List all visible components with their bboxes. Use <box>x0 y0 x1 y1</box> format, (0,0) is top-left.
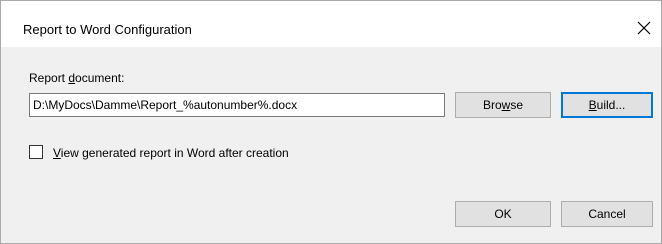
report-path-input[interactable]: D:\MyDocs\Damme\Report_%autonumber%.docx <box>29 93 445 117</box>
build-button[interactable]: Build... <box>561 92 653 118</box>
ok-button[interactable]: OK <box>455 201 551 227</box>
view-report-checkbox[interactable] <box>29 145 43 159</box>
view-report-checkbox-label[interactable]: View generated report in Word after crea… <box>53 146 289 160</box>
report-config-dialog: Report to Word Configuration Report docu… <box>0 0 662 244</box>
browse-button[interactable]: Bro w se <box>455 92 551 118</box>
cancel-button[interactable]: Cancel <box>561 201 653 227</box>
browse-accelerator: w <box>501 98 511 112</box>
window-title: Report to Word Configuration <box>23 22 192 37</box>
title-bar[interactable]: Report to Word Configuration <box>1 1 661 47</box>
browse-text-end: se <box>510 98 524 112</box>
label-text-end: ocument: <box>75 71 125 85</box>
checkbox-accelerator: V <box>53 146 61 160</box>
label-text-start: Report <box>29 71 69 85</box>
close-icon <box>637 21 651 35</box>
build-accelerator: B <box>588 98 597 112</box>
browse-text-start: Bro <box>482 98 502 112</box>
build-text-end: uild... <box>596 98 626 112</box>
report-document-label: Report document: <box>29 71 124 85</box>
close-button[interactable] <box>627 11 661 45</box>
checkbox-text-end: iew generated report in Word after creat… <box>60 146 289 160</box>
